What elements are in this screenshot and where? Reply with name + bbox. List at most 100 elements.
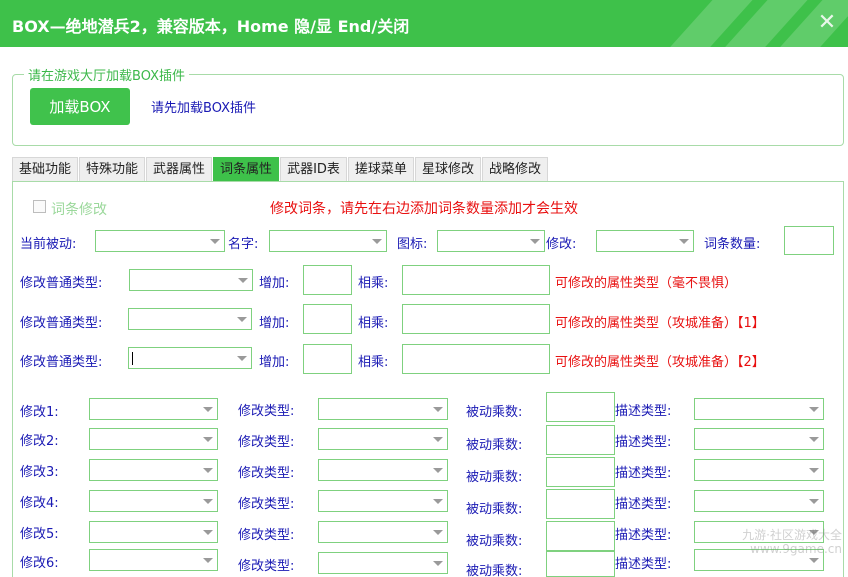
chevron-down-icon — [809, 407, 819, 412]
grid-type-label: 修改类型: — [238, 528, 295, 543]
grid-mult-input[interactable] — [546, 521, 615, 551]
grid-desc-select[interactable] — [694, 459, 824, 481]
tab-strategy[interactable]: 战略修改 — [481, 157, 548, 181]
modify-label: 修改: — [546, 237, 577, 252]
watermark: 九游·社区游戏大全 www.9game.cn — [742, 528, 842, 556]
grid-modify-select[interactable] — [89, 428, 218, 450]
grid-desc-label: 描述类型: — [615, 557, 672, 572]
chevron-down-icon — [203, 407, 213, 412]
grid-row-label: 修改4: — [20, 496, 59, 511]
add-label: 增加: — [259, 276, 290, 291]
tab-entry-attr[interactable]: 词条属性 — [213, 157, 280, 182]
type-label: 修改普通类型: — [20, 355, 103, 370]
grid-type-select[interactable] — [318, 459, 448, 481]
current-passive-select[interactable] — [95, 230, 225, 252]
grid-modify-select[interactable] — [89, 459, 218, 481]
tab-bar: 基础功能 特殊功能 武器属性 词条属性 武器ID表 搓球菜单 星球修改 战略修改 — [12, 157, 549, 182]
loader-legend: 请在游戏大厅加载BOX插件 — [24, 65, 189, 84]
grid-modify-select[interactable] — [89, 521, 218, 543]
grid-desc-label: 描述类型: — [615, 404, 672, 419]
add-input-1[interactable] — [303, 265, 352, 295]
grid-row-label: 修改5: — [20, 527, 59, 542]
grid-desc-label: 描述类型: — [615, 435, 672, 450]
grid-type-select[interactable] — [318, 490, 448, 512]
grid-mult-label: 被动乘数: — [466, 470, 523, 485]
name-label: 名字: — [228, 237, 259, 252]
mult-input-2[interactable] — [402, 304, 550, 334]
chevron-down-icon — [809, 558, 819, 563]
icon-select[interactable] — [437, 230, 545, 252]
chevron-down-icon — [530, 239, 540, 244]
grid-row-label: 修改2: — [20, 434, 59, 449]
chevron-down-icon — [203, 468, 213, 473]
grid-type-select[interactable] — [318, 428, 448, 450]
add-label: 增加: — [259, 355, 290, 370]
chevron-down-icon — [237, 317, 247, 322]
grid-desc-select[interactable] — [694, 428, 824, 450]
title-bar: BOX—绝地潜兵2，兼容版本，Home 隐/显 End/关闭 ✕ — [0, 0, 848, 47]
mult-label: 相乘: — [358, 276, 389, 291]
name-select[interactable] — [269, 230, 387, 252]
icon-label: 图标: — [397, 237, 428, 252]
chevron-down-icon — [237, 356, 247, 361]
grid-mult-label: 被动乘数: — [466, 534, 523, 549]
loader-group — [12, 74, 844, 146]
chevron-down-icon — [433, 499, 443, 504]
grid-mult-label: 被动乘数: — [466, 502, 523, 517]
add-input-3[interactable] — [303, 344, 352, 374]
grid-row-label: 修改1: — [20, 405, 59, 420]
grid-type-label: 修改类型: — [238, 559, 295, 574]
type-note-1: 可修改的属性类型（毫不畏惧） — [555, 276, 738, 291]
window-title: BOX—绝地潜兵2，兼容版本，Home 隐/显 End/关闭 — [12, 17, 410, 36]
grid-modify-select[interactable] — [89, 398, 218, 420]
grid-mult-input[interactable] — [546, 489, 615, 519]
grid-type-label: 修改类型: — [238, 435, 295, 450]
current-passive-label: 当前被动: — [20, 237, 77, 252]
entry-modify-label: 词条修改 — [51, 202, 107, 218]
grid-desc-select[interactable] — [694, 398, 824, 420]
grid-desc-select[interactable] — [694, 490, 824, 512]
grid-mult-input[interactable] — [546, 551, 615, 577]
grid-type-select[interactable] — [318, 521, 448, 543]
tab-planet[interactable]: 星球修改 — [414, 157, 481, 181]
modify-select[interactable] — [596, 230, 694, 252]
grid-type-label: 修改类型: — [238, 497, 295, 512]
grid-type-label: 修改类型: — [238, 466, 295, 481]
tab-basic[interactable]: 基础功能 — [12, 157, 79, 181]
type-select-2[interactable] — [128, 308, 252, 330]
grid-type-select[interactable] — [318, 398, 448, 420]
text-caret — [132, 352, 133, 365]
grid-mult-label: 被动乘数: — [466, 564, 523, 577]
grid-desc-label: 描述类型: — [615, 528, 672, 543]
tab-weapon-id[interactable]: 武器ID表 — [280, 157, 347, 181]
grid-modify-select[interactable] — [89, 549, 218, 571]
grid-mult-input[interactable] — [546, 425, 615, 455]
mult-input-1[interactable] — [402, 265, 550, 295]
mult-label: 相乘: — [358, 355, 389, 370]
load-box-button[interactable]: 加载BOX — [30, 88, 130, 125]
add-input-2[interactable] — [303, 304, 352, 334]
close-icon[interactable]: ✕ — [816, 12, 838, 34]
grid-mult-label: 被动乘数: — [466, 405, 523, 420]
entry-count-input[interactable] — [784, 226, 834, 255]
entry-modify-checkbox[interactable] — [33, 200, 46, 213]
mult-input-3[interactable] — [402, 344, 550, 374]
grid-type-label: 修改类型: — [238, 404, 295, 419]
type-note-3: 可修改的属性类型（攻城准备）【2】 — [555, 355, 765, 370]
tab-ball-menu[interactable]: 搓球菜单 — [347, 157, 414, 181]
grid-type-select[interactable] — [318, 552, 448, 574]
type-select-3[interactable] — [128, 347, 252, 369]
grid-mult-input[interactable] — [546, 457, 615, 487]
type-label: 修改普通类型: — [20, 316, 103, 331]
grid-desc-label: 描述类型: — [615, 497, 672, 512]
add-label: 增加: — [259, 316, 290, 331]
chevron-down-icon — [433, 407, 443, 412]
tab-weapon-attr[interactable]: 武器属性 — [146, 157, 213, 181]
type-select-1[interactable] — [129, 269, 253, 291]
grid-mult-input[interactable] — [546, 392, 615, 422]
chevron-down-icon — [433, 468, 443, 473]
grid-row-label: 修改3: — [20, 465, 59, 480]
tab-special[interactable]: 特殊功能 — [79, 157, 146, 181]
grid-mult-label: 被动乘数: — [466, 438, 523, 453]
grid-modify-select[interactable] — [89, 490, 218, 512]
